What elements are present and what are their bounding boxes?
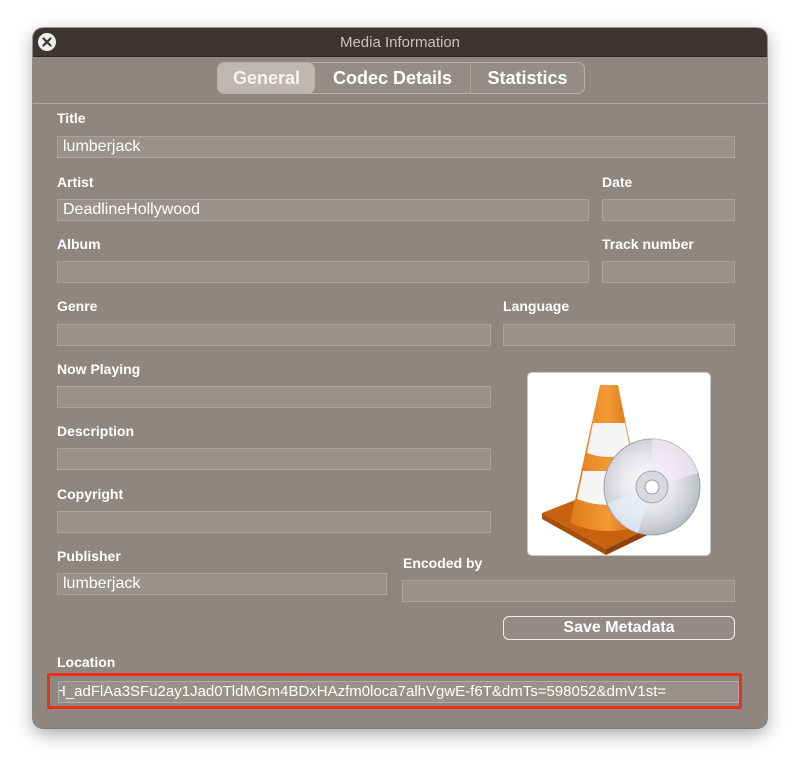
album-label: Album bbox=[57, 236, 101, 252]
artist-field[interactable]: DeadlineHollywood bbox=[57, 199, 589, 221]
artwork-image[interactable] bbox=[527, 372, 711, 556]
track-number-field[interactable] bbox=[602, 261, 735, 283]
title-bar: Media Information bbox=[33, 28, 767, 57]
copyright-label: Copyright bbox=[57, 486, 124, 502]
title-field[interactable]: lumberjack bbox=[57, 136, 735, 158]
publisher-label: Publisher bbox=[57, 548, 121, 564]
tab-bar: General Codec Details Statistics bbox=[217, 62, 585, 94]
header-separator bbox=[33, 103, 767, 104]
vlc-cone-cd-icon bbox=[542, 385, 701, 555]
location-value: H_adFlAa3SFu2ay1Jad0TldMGm4BDxHAzfm0loca… bbox=[58, 683, 667, 700]
publisher-field[interactable]: lumberjack bbox=[57, 573, 387, 595]
now-playing-field[interactable] bbox=[57, 386, 491, 408]
location-field[interactable]: H_adFlAa3SFu2ay1Jad0TldMGm4BDxHAzfm0loca… bbox=[58, 681, 739, 703]
tab-codec-details[interactable]: Codec Details bbox=[315, 63, 470, 93]
description-label: Description bbox=[57, 423, 135, 439]
save-metadata-button[interactable]: Save Metadata bbox=[503, 616, 735, 640]
language-label: Language bbox=[503, 298, 570, 314]
date-label: Date bbox=[602, 174, 633, 190]
genre-label: Genre bbox=[57, 298, 98, 314]
artist-label: Artist bbox=[57, 174, 94, 190]
copyright-field[interactable] bbox=[57, 511, 491, 533]
track-number-label: Track number bbox=[602, 236, 694, 252]
date-field[interactable] bbox=[602, 199, 735, 221]
language-field[interactable] bbox=[503, 324, 735, 346]
location-label: Location bbox=[57, 654, 116, 670]
encoded-by-field[interactable] bbox=[402, 580, 735, 602]
window-title: Media Information bbox=[339, 34, 461, 51]
album-field[interactable] bbox=[57, 261, 589, 283]
media-information-window: Media Information General Codec Details … bbox=[33, 28, 767, 728]
genre-field[interactable] bbox=[57, 324, 491, 346]
tab-general[interactable]: General bbox=[218, 63, 315, 93]
encoded-by-label: Encoded by bbox=[403, 555, 483, 571]
title-label: Title bbox=[57, 110, 86, 126]
description-field[interactable] bbox=[57, 448, 491, 470]
tab-statistics[interactable]: Statistics bbox=[471, 63, 584, 93]
now-playing-label: Now Playing bbox=[57, 361, 141, 377]
